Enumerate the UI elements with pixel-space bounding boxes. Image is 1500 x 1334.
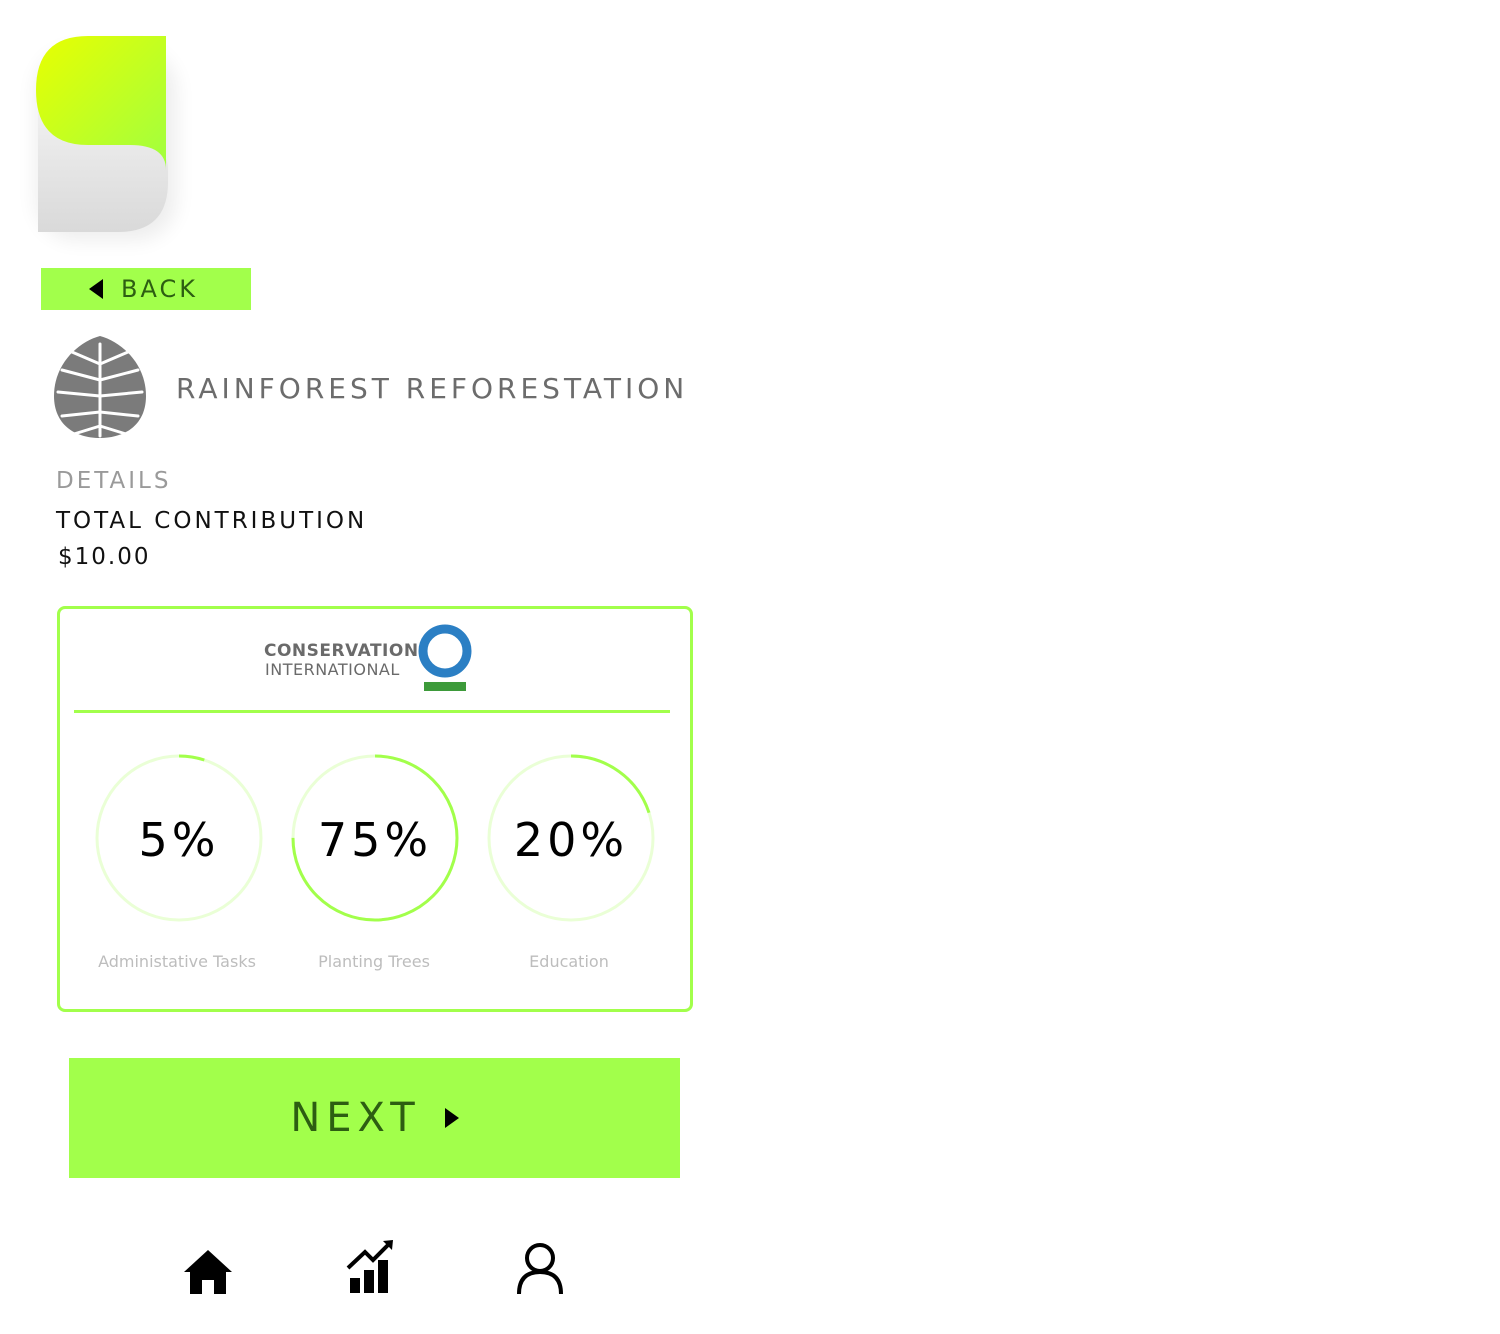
back-label: BACK: [121, 275, 198, 303]
details-heading: DETAILS: [56, 468, 172, 494]
caret-right-icon: [444, 1108, 459, 1128]
home-icon[interactable]: [180, 1246, 236, 1306]
card-divider: [74, 710, 670, 713]
total-contribution-value: $10.00: [58, 544, 151, 570]
organization-name-line1: CONSERVATION: [264, 641, 419, 661]
project-title: RAINFOREST REFORESTATION: [176, 372, 689, 405]
app-logo: [0, 0, 230, 260]
leaf-icon: [52, 334, 148, 440]
allocation-percent: 75%: [317, 813, 433, 867]
stats-icon[interactable]: [345, 1238, 401, 1298]
caret-left-icon: [89, 279, 103, 299]
allocation-category: Administative Tasks: [98, 952, 256, 971]
allocation-category: Education: [529, 952, 609, 971]
allocation-percent: 5%: [138, 813, 220, 867]
next-label: NEXT: [290, 1095, 421, 1141]
allocation-percent: 20%: [513, 813, 629, 867]
profile-icon[interactable]: [514, 1240, 570, 1300]
allocation-category: Planting Trees: [318, 952, 430, 971]
organization-name-line2: INTERNATIONAL: [265, 660, 400, 679]
next-button[interactable]: NEXT: [69, 1058, 680, 1178]
total-contribution-label: TOTAL CONTRIBUTION: [56, 508, 368, 534]
back-button[interactable]: BACK: [41, 268, 251, 310]
